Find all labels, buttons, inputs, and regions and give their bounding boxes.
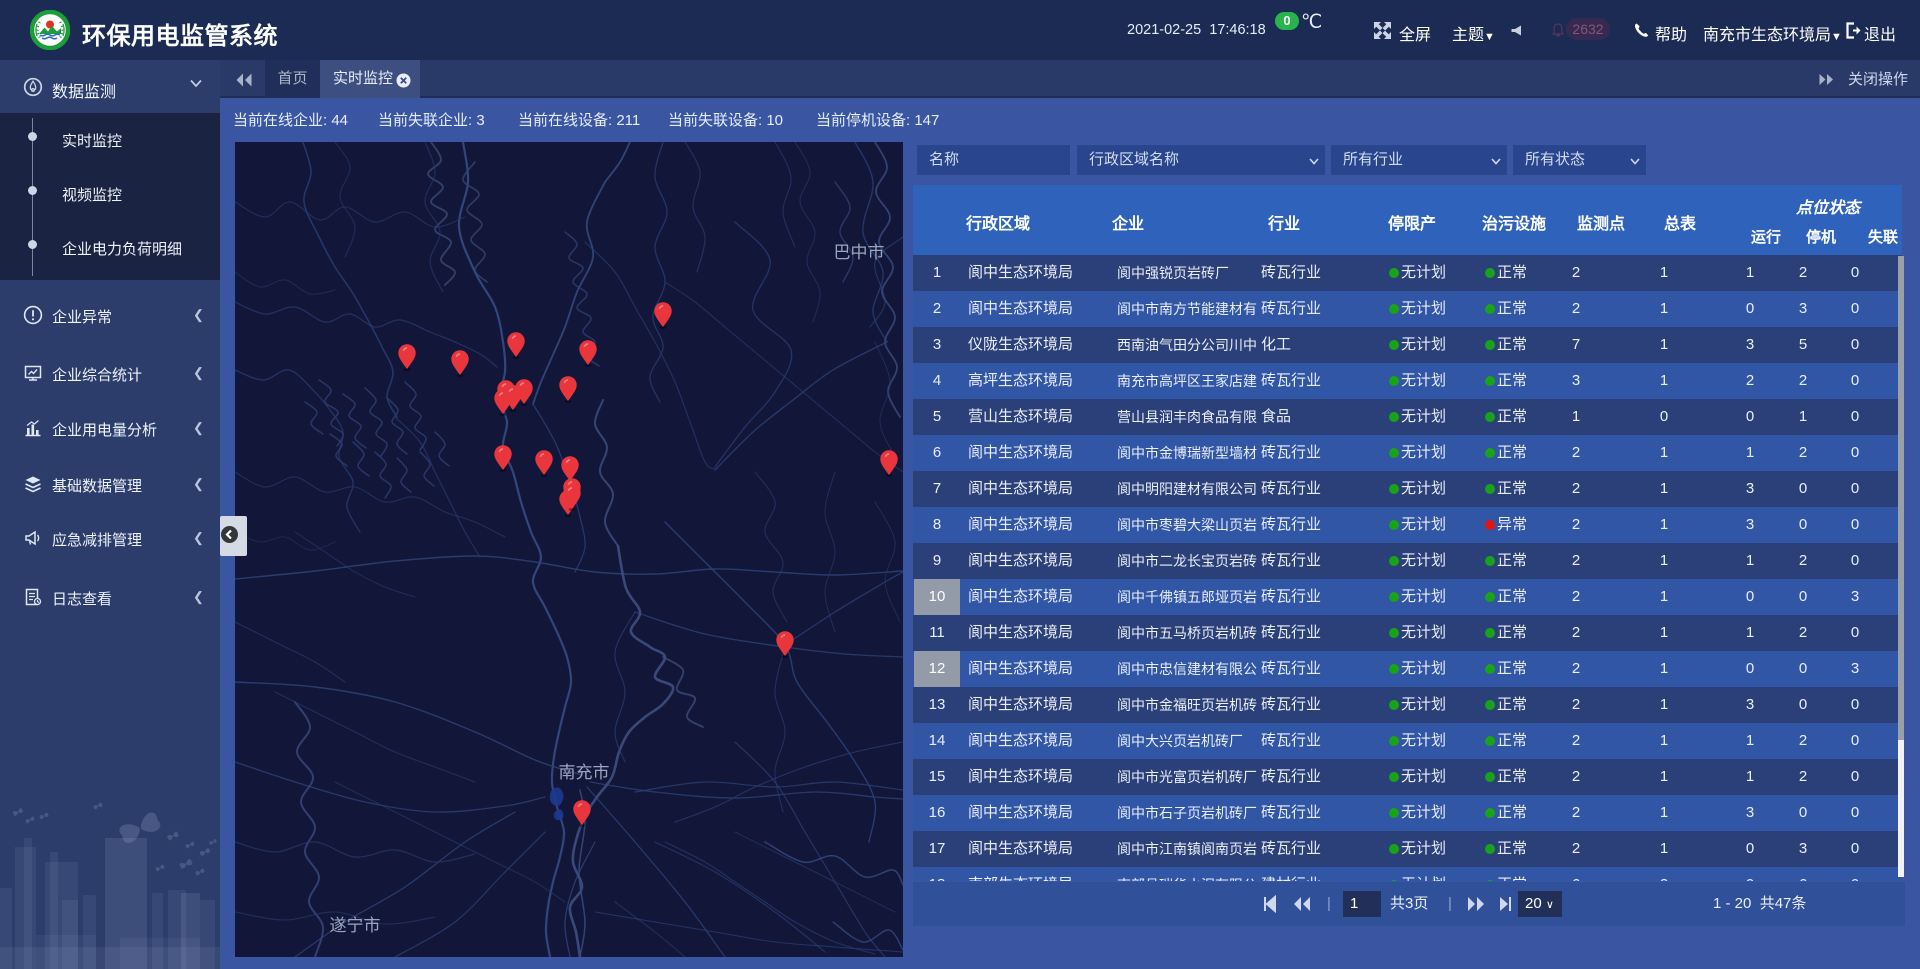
- svg-text:南充市: 南充市: [559, 763, 610, 782]
- svg-text:遂宁市: 遂宁市: [330, 916, 381, 935]
- svg-text:巴中市: 巴中市: [834, 243, 885, 262]
